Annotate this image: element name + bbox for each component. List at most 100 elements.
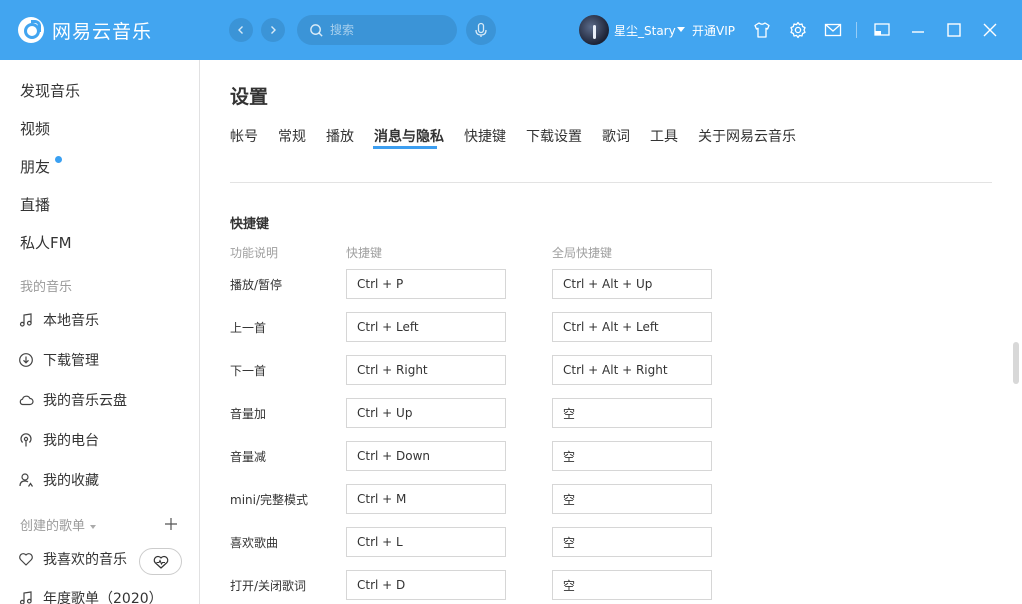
voice-search-button[interactable]: [466, 15, 496, 45]
notification-dot: [55, 156, 62, 163]
sidebar-item-radio[interactable]: 我的电台: [18, 430, 99, 450]
global-shortcut-input[interactable]: 空: [552, 570, 712, 600]
sidebar-item-playlist[interactable]: 年度歌单（2020）: [18, 588, 163, 604]
forward-icon: [271, 26, 276, 34]
shortcut-input[interactable]: Ctrl + P: [346, 269, 506, 299]
minimize-icon: [912, 31, 924, 33]
tab-general[interactable]: 常规: [278, 126, 306, 146]
global-shortcut-input[interactable]: 空: [552, 398, 712, 428]
back-icon: [238, 26, 243, 34]
shortcut-input[interactable]: Ctrl + L: [346, 527, 506, 557]
shortcut-row-label: 音量减: [230, 450, 267, 464]
scrollbar-thumb[interactable]: [1013, 342, 1019, 384]
forward-button[interactable]: [261, 18, 285, 42]
global-shortcut-input[interactable]: Ctrl + Alt + Right: [552, 355, 712, 385]
shortcut-input[interactable]: Ctrl + Right: [346, 355, 506, 385]
avatar[interactable]: [579, 15, 609, 45]
mini-mode-button[interactable]: [871, 19, 893, 41]
sidebar-item-collection[interactable]: 我的收藏: [18, 470, 99, 490]
shortcut-input[interactable]: Ctrl + Left: [346, 312, 506, 342]
music-note-icon: [19, 591, 32, 604]
minimize-button[interactable]: [907, 19, 929, 41]
back-button[interactable]: [229, 18, 253, 42]
sidebar-item-label: 我的电台: [43, 433, 99, 449]
shortcut-input[interactable]: Ctrl + Down: [346, 441, 506, 471]
tab-lyrics[interactable]: 歌词: [602, 126, 630, 146]
shortcut-row-label: 上一首: [230, 321, 267, 335]
shortcut-row-label: 下一首: [230, 364, 267, 378]
mail-icon: [824, 23, 842, 37]
tab-about[interactable]: 关于网易云音乐: [698, 126, 796, 146]
heart-icon: [19, 553, 33, 566]
download-icon: [19, 353, 33, 367]
tab-messages-privacy[interactable]: 消息与隐私: [374, 126, 444, 146]
sidebar-item-video[interactable]: 视频: [20, 118, 50, 139]
created-playlists-heading[interactable]: 创建的歌单: [20, 515, 97, 534]
vip-link[interactable]: 开通VIP: [692, 22, 735, 39]
shortcut-row-label: 音量加: [230, 407, 267, 421]
heart-mode-icon: [153, 555, 168, 569]
mic-icon: [475, 22, 487, 37]
app-logo[interactable]: 网易云音乐: [18, 16, 152, 44]
sidebar-item-live[interactable]: 直播: [20, 194, 50, 215]
global-shortcut-input[interactable]: Ctrl + Alt + Left: [552, 312, 712, 342]
column-header-global: 全局快捷键: [552, 246, 613, 260]
shortcut-input[interactable]: Ctrl + D: [346, 570, 506, 600]
close-button[interactable]: [979, 19, 1001, 41]
divider: [230, 182, 992, 183]
global-shortcut-input[interactable]: 空: [552, 484, 712, 514]
maximize-icon: [947, 23, 961, 37]
shortcut-row-label: 打开/关闭歌词: [230, 579, 307, 593]
tab-shortcuts[interactable]: 快捷键: [464, 126, 506, 146]
global-shortcut-input[interactable]: 空: [552, 527, 712, 557]
sidebar-item-label: 我的收藏: [43, 473, 99, 489]
search-input[interactable]: [330, 23, 450, 37]
sidebar-item-private-fm[interactable]: 私人FM: [20, 232, 72, 253]
search-box[interactable]: [297, 15, 457, 45]
shortcut-row-label: 播放/暂停: [230, 278, 283, 292]
global-shortcut-input[interactable]: Ctrl + Alt + Up: [552, 269, 712, 299]
chevron-down-icon[interactable]: [677, 27, 685, 32]
page-title: 设置: [230, 86, 269, 108]
logo-icon: [18, 17, 44, 43]
plus-icon[interactable]: [163, 516, 179, 532]
cloud-icon: [19, 395, 34, 406]
settings-panel: 设置 帐号 常规 播放 消息与隐私 快捷键 下载设置 歌词 工具 关于网易云音乐…: [201, 60, 1022, 604]
tab-tools[interactable]: 工具: [650, 126, 678, 146]
created-playlists-label: 创建的歌单: [20, 519, 86, 534]
mini-mode-icon: [874, 23, 890, 36]
toolbar-divider: [856, 22, 857, 38]
shortcut-row-label: 喜欢歌曲: [230, 536, 279, 550]
radio-icon: [20, 433, 32, 447]
tab-account[interactable]: 帐号: [230, 126, 258, 146]
sidebar-item-label: 我的音乐云盘: [43, 393, 127, 409]
column-header-function: 功能说明: [230, 246, 279, 260]
sidebar-item-friends[interactable]: 朋友: [20, 156, 50, 177]
settings-button[interactable]: [787, 19, 809, 41]
sidebar-item-liked-music[interactable]: 我喜欢的音乐: [18, 549, 127, 569]
tab-playback[interactable]: 播放: [326, 126, 354, 146]
skin-button[interactable]: [751, 19, 773, 41]
shortcut-row-label: mini/完整模式: [230, 493, 309, 507]
sidebar-item-label: 下载管理: [43, 353, 99, 369]
global-shortcut-input[interactable]: 空: [552, 441, 712, 471]
username[interactable]: 星尘_Stary: [614, 22, 676, 39]
maximize-button[interactable]: [943, 19, 965, 41]
sidebar-item-label: 我喜欢的音乐: [43, 552, 127, 568]
shortcut-input[interactable]: Ctrl + M: [346, 484, 506, 514]
skin-icon: [754, 22, 770, 38]
active-tab-indicator: [373, 146, 437, 149]
app-name: 网易云音乐: [52, 20, 153, 43]
sidebar-item-discover[interactable]: 发现音乐: [20, 80, 80, 101]
messages-button[interactable]: [822, 19, 844, 41]
sidebar-item-label: 本地音乐: [43, 313, 99, 329]
chevron-down-icon: [90, 524, 97, 529]
shortcut-input[interactable]: Ctrl + Up: [346, 398, 506, 428]
tab-download-settings[interactable]: 下载设置: [526, 126, 582, 146]
sidebar: 发现音乐 视频 朋友 直播 私人FM 我的音乐 本地音乐 下载管理 我的音乐云盘…: [0, 60, 200, 604]
heartbeat-mode-button[interactable]: [139, 548, 182, 575]
shortcut-section-title: 快捷键: [230, 217, 270, 232]
sidebar-item-local-music[interactable]: 本地音乐: [18, 310, 99, 330]
sidebar-item-cloud[interactable]: 我的音乐云盘: [18, 390, 127, 410]
sidebar-item-downloads[interactable]: 下载管理: [18, 350, 99, 370]
